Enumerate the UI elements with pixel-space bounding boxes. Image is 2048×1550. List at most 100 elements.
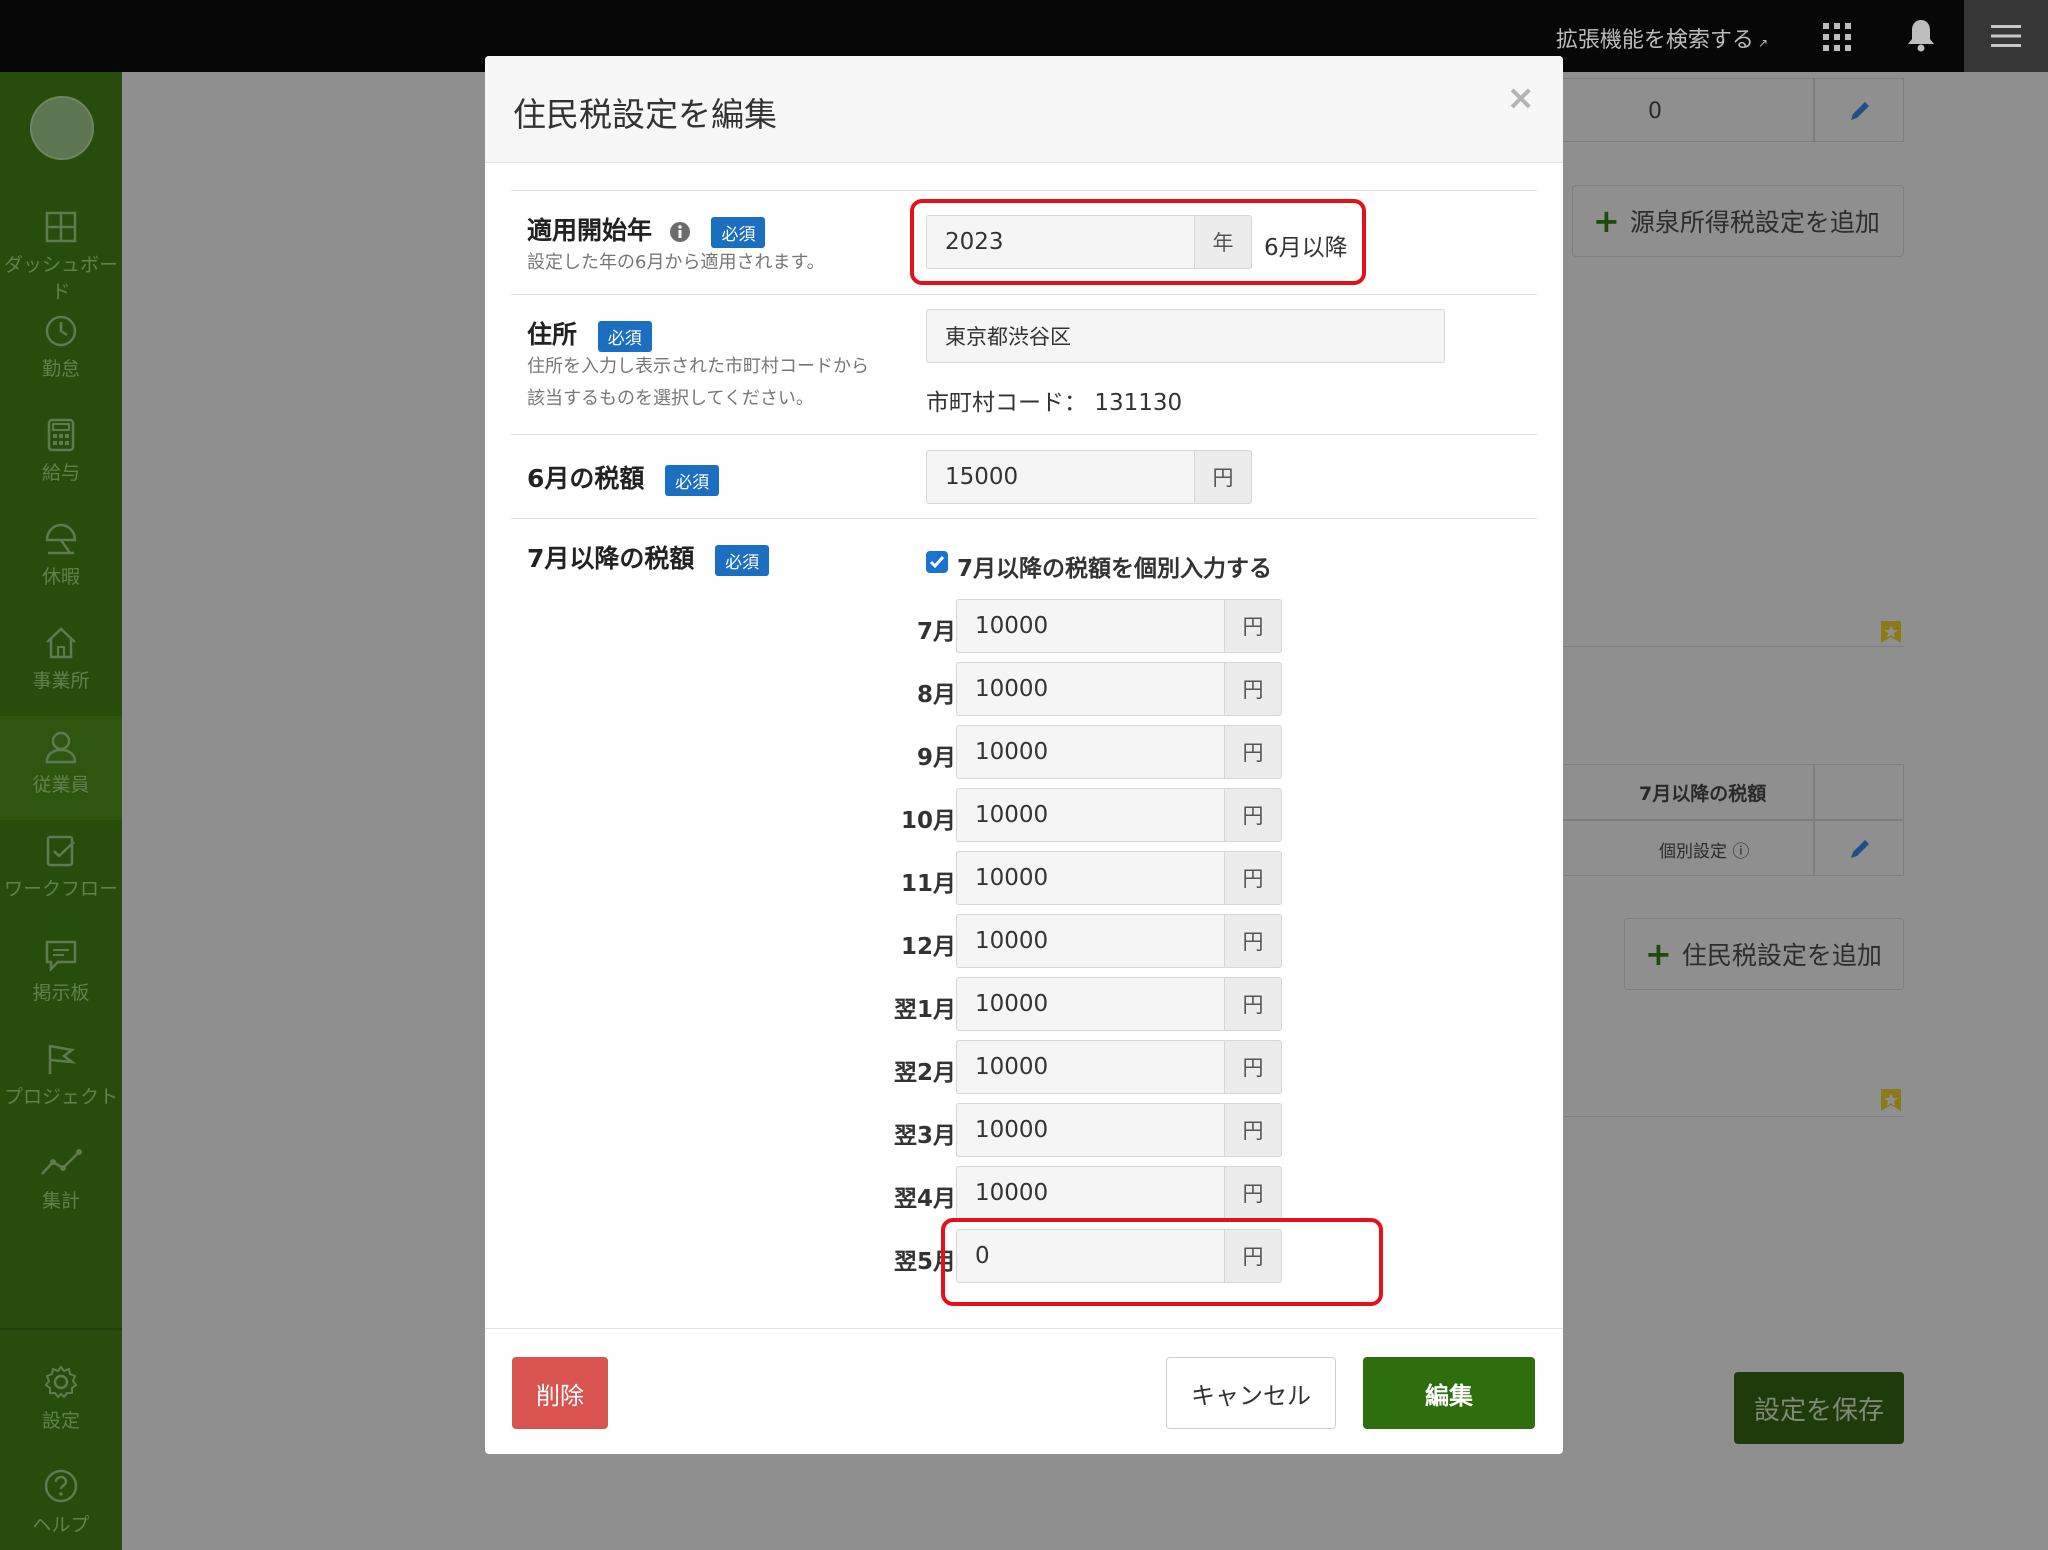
month-label: 8月 [916,682,956,708]
after-july-label-wrap: 7月以降の税額 必須 [527,539,770,576]
save-settings-button[interactable]: 設定を保存 [1734,1372,1904,1444]
bg-divider [1562,646,1904,647]
sidebar-item-payroll[interactable]: 給与 [0,404,122,508]
sidebar-item-label: 給与 [41,462,80,484]
bg-individual-setting-label: 個別設定 [1659,842,1727,862]
sidebar-item-label: 設定 [41,1410,80,1432]
month-tax-input[interactable]: 10000 [956,914,1224,968]
highlight-start-year [910,199,1366,285]
sidebar-item-label: 掲示板 [32,982,90,1004]
month-tax-input[interactable]: 10000 [956,1166,1224,1220]
month-tax-input[interactable]: 10000 [956,788,1224,842]
edit-resident-tax-modal: 住民税設定を編集 × 適用開始年 必須 設定した年の6月から適用されます。 20… [485,56,1563,1454]
modal-title: 住民税設定を編集 [513,95,777,134]
bg-cell-value: 0 [1648,99,1662,124]
bg-table-header: 7月以降の税額 [1562,764,1814,820]
required-badge: 必須 [711,216,766,248]
yen-unit-addon: 円 [1224,914,1282,968]
gear-icon [44,1365,78,1399]
bell-icon[interactable] [1906,18,1936,52]
address-row: 住所 必須 住所を入力し表示された市町村コードから 該当するものを選択してくださ… [511,294,1537,434]
sidebar-item-label: 事業所 [32,670,90,692]
sidebar-item-reports[interactable]: 集計 [0,1132,122,1236]
sidebar: ダッシュボード 勤怠 給与 休暇 事業所 従業員 ワークフロー 掲示板 プロジェ… [0,72,122,1550]
individual-input-label[interactable]: 7月以降の税額を個別入力する [957,549,1272,583]
cancel-button[interactable]: キャンセル [1166,1357,1336,1429]
modal-footer: 削除 キャンセル 編集 [485,1328,1563,1454]
sidebar-item-help[interactable]: ヘルプ [0,1454,122,1550]
sidebar-item-label: ダッシュボード [3,254,118,303]
bg-table-cell: 個別設定 ⓘ [1562,820,1814,876]
month-label: 9月 [916,745,956,771]
bg-table-cell: 0 [1562,78,1814,142]
sidebar-item-leave[interactable]: 休暇 [0,508,122,612]
close-icon[interactable]: × [1507,78,1536,118]
dashboard-icon [45,211,77,243]
month-tax-input-group: 10000 円 [956,725,1282,779]
clock-icon [45,315,77,347]
month-tax-input[interactable]: 10000 [956,851,1224,905]
add-resident-tax-button[interactable]: + 住民税設定を追加 [1624,918,1904,990]
extension-search-link[interactable]: 拡張機能を検索する ↗ [1556,22,1768,54]
month-tax-input-group: 10000 円 [956,914,1282,968]
add-withholding-tax-label: 源泉所得税設定を追加 [1629,208,1880,237]
month-tax-input[interactable]: 10000 [956,1040,1224,1094]
yen-unit-addon: 円 [1224,662,1282,716]
after-july-label: 7月以降の税額 [527,544,695,573]
month-label: 翌3月 [893,1123,956,1149]
sidebar-item-office[interactable]: 事業所 [0,612,122,716]
plus-icon: + [1645,935,1672,973]
municipality-code-label: 市町村コード： [926,390,1087,416]
month-tax-input[interactable]: 10000 [956,599,1224,653]
address-help-line2: 該当するものを選択してください。 [527,388,814,409]
month-tax-input-group: 10000 円 [956,851,1282,905]
start-year-help: 設定した年の6月から適用されます。 [527,252,825,273]
menu-button[interactable] [1964,0,2048,72]
after-july-row: 7月以降の税額 必須 7月以降の税額を個別入力する 7月 10000 円 8月 1000… [511,518,1537,1326]
message-icon [45,940,77,972]
month-tax-input[interactable]: 10000 [956,1103,1224,1157]
add-withholding-tax-button[interactable]: + 源泉所得税設定を追加 [1572,185,1904,257]
sidebar-item-label: 勤怠 [41,358,80,380]
month-tax-input[interactable]: 10000 [956,662,1224,716]
individual-input-checkbox[interactable] [926,551,948,573]
sidebar-item-dashboard[interactable]: ダッシュボード [0,196,122,303]
delete-button[interactable]: 削除 [512,1357,608,1429]
pencil-icon[interactable] [1848,99,1872,123]
sidebar-item-board[interactable]: 掲示板 [0,924,122,1028]
hamburger-icon [1991,25,2021,47]
month-tax-input-group: 10000 円 [956,788,1282,842]
sidebar-item-settings[interactable]: 設定 [0,1350,122,1454]
extension-search-label: 拡張機能を検索する [1555,28,1754,53]
pencil-icon[interactable] [1848,837,1872,861]
yen-unit-addon: 円 [1224,725,1282,779]
june-tax-input[interactable]: 15000 [926,450,1194,504]
sidebar-item-project[interactable]: プロジェクト [0,1028,122,1132]
yen-unit-addon: 円 [1224,599,1282,653]
required-badge: 必須 [665,464,720,496]
sidebar-item-label: ヘルプ [32,1514,90,1536]
address-input[interactable]: 東京都渋谷区 [926,309,1445,363]
address-help-line1: 住所を入力し表示された市町村コードから [527,356,869,377]
month-tax-input[interactable]: 10000 [956,725,1224,779]
sidebar-item-employees[interactable]: 従業員 [0,716,122,820]
month-tax-input[interactable]: 10000 [956,977,1224,1031]
info-icon[interactable] [669,221,691,243]
sidebar-item-workflow[interactable]: ワークフロー [0,820,122,924]
apps-grid-icon[interactable] [1822,22,1852,52]
start-year-label: 適用開始年 [527,216,653,245]
calculator-icon [47,418,75,452]
sidebar-item-attendance[interactable]: 勤怠 [0,300,122,404]
bookmark-star-icon [1881,1089,1901,1111]
avatar[interactable] [30,96,94,160]
chart-line-icon [41,1149,82,1175]
bg-table-header-empty [1814,764,1904,820]
june-tax-input-group: 15000 円 [926,450,1252,504]
address-label-wrap: 住所 必須 [527,315,652,352]
umbrella-icon [45,523,77,555]
month-label: 翌4月 [893,1186,956,1212]
sidebar-item-label: 従業員 [32,774,90,796]
yen-unit-addon: 円 [1224,788,1282,842]
edit-button[interactable]: 編集 [1363,1357,1535,1429]
month-tax-input-group: 10000 円 [956,662,1282,716]
